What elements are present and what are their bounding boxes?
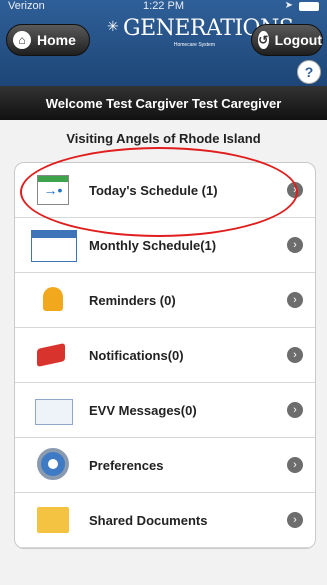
menu-item-label: Shared Documents (89, 512, 208, 528)
location-icon: ➤ (284, 0, 293, 11)
logout-icon: ↺ (258, 31, 269, 49)
calendar-month-icon (31, 226, 77, 264)
menu-item-label: Notifications(0) (89, 347, 184, 363)
home-button[interactable]: ⌂ Home (6, 24, 90, 56)
chevron-right-icon: › (287, 457, 303, 473)
agency-name: Visiting Angels of Rhode Island (66, 131, 261, 146)
status-bar: Verizon 1:22 PM ➤ (0, 0, 327, 14)
chevron-right-icon: › (287, 402, 303, 418)
chevron-right-icon: › (287, 292, 303, 308)
menu-item-label: EVV Messages(0) (89, 402, 197, 418)
bell-icon (31, 281, 75, 319)
clock-time: 1:22 PM (143, 0, 184, 12)
menu-item-label: Reminders (0) (89, 292, 176, 308)
logout-button-label: Logout (274, 32, 322, 48)
home-button-label: Home (37, 32, 76, 48)
welcome-banner: Welcome Test Cargiver Test Caregiver (0, 86, 327, 120)
logout-button[interactable]: ↺ Logout (251, 24, 323, 56)
chevron-right-icon: › (287, 237, 303, 253)
menu-item-evv-messages[interactable]: EVV Messages(0) › (15, 383, 315, 438)
gear-icon (31, 446, 75, 484)
menu-item-notifications[interactable]: Notifications(0) › (15, 328, 315, 383)
menu-item-shared-documents[interactable]: Shared Documents › (15, 493, 315, 548)
home-icon: ⌂ (13, 31, 31, 49)
megaphone-icon (31, 336, 75, 374)
logo-star-icon: ✳ (107, 18, 119, 34)
help-button[interactable]: ? (297, 60, 321, 84)
menu-item-preferences[interactable]: Preferences › (15, 438, 315, 493)
battery-icon (299, 2, 319, 11)
folder-icon (31, 501, 75, 539)
app-header: Verizon 1:22 PM ➤ ⌂ Home ✳ GENERATIONS H… (0, 0, 327, 86)
generations-logo: ✳ GENERATIONS Homecare System (105, 14, 294, 50)
envelope-icon (31, 391, 75, 429)
menu-item-reminders[interactable]: Reminders (0) › (15, 273, 315, 328)
chevron-right-icon: › (287, 512, 303, 528)
menu-item-label: Preferences (89, 457, 164, 473)
highlight-annotation (20, 147, 298, 237)
logo-subtext: Homecare System (173, 42, 215, 48)
chevron-right-icon: › (287, 347, 303, 363)
menu-item-label: Monthly Schedule(1) (89, 237, 217, 253)
